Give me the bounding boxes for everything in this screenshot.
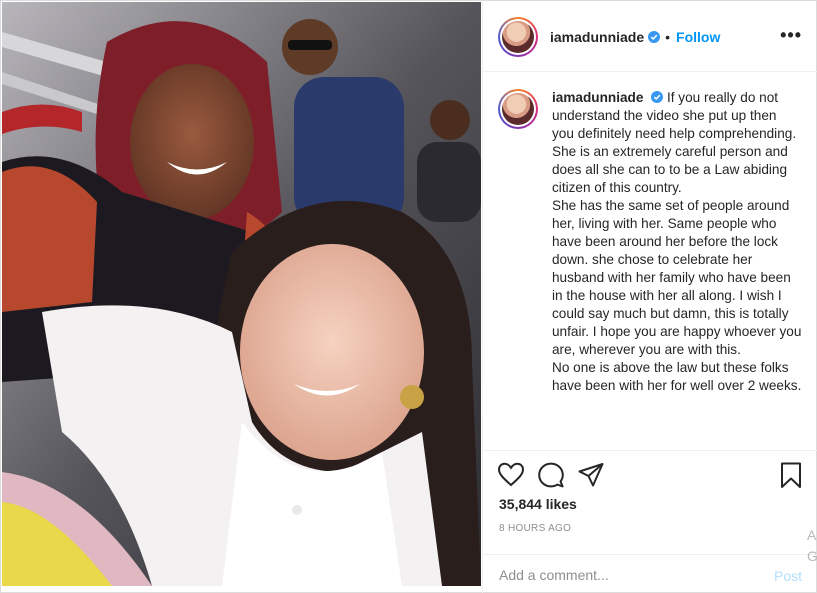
caption-text: iamadunniade If you really do not unders… (552, 89, 802, 395)
post-actions: 35,844 likes 8 HOURS AGO Post (483, 450, 817, 593)
more-options-icon[interactable]: ••• (780, 26, 802, 44)
post-timestamp[interactable]: 8 HOURS AGO (499, 523, 571, 534)
post-photo[interactable] (2, 2, 481, 586)
post-comment-button[interactable]: Post (774, 568, 802, 584)
follow-button[interactable]: Follow (676, 29, 720, 45)
caption-area[interactable]: iamadunniade If you really do not unders… (483, 73, 817, 449)
comment-form: Post (483, 554, 817, 593)
instagram-post: iamadunniade • Follow ••• iamadunniade I… (0, 0, 817, 593)
heart-icon[interactable] (497, 461, 525, 489)
action-icons (497, 461, 803, 491)
comment-input[interactable] (499, 567, 749, 583)
post-side-panel: iamadunniade • Follow ••• iamadunniade I… (482, 2, 817, 593)
username-link[interactable]: iamadunniade (550, 29, 644, 45)
edge-clipped-text: A G (807, 525, 817, 567)
caption-username-link[interactable]: iamadunniade (552, 90, 643, 105)
caption-paragraph-2: She has the same set of people around he… (552, 198, 802, 357)
avatar[interactable] (498, 16, 538, 57)
post-header: iamadunniade • Follow ••• (483, 2, 817, 72)
likes-count[interactable]: 35,844 likes (499, 496, 577, 512)
caption-avatar[interactable] (498, 89, 538, 129)
bookmark-icon[interactable] (777, 461, 805, 489)
verified-badge-icon (648, 30, 661, 43)
header-separator: • (665, 28, 671, 45)
comment-icon[interactable] (537, 461, 565, 489)
edge-text-line: G (807, 548, 817, 564)
caption-paragraph-1: If you really do not understand the vide… (552, 90, 797, 195)
share-icon[interactable] (577, 461, 605, 489)
caption: iamadunniade If you really do not unders… (498, 89, 802, 395)
edge-text-line: A (807, 527, 817, 543)
selfie-photo-illustration (2, 2, 481, 586)
verified-badge-icon (651, 91, 664, 103)
caption-paragraph-3: No one is above the law but these folks … (552, 360, 802, 393)
